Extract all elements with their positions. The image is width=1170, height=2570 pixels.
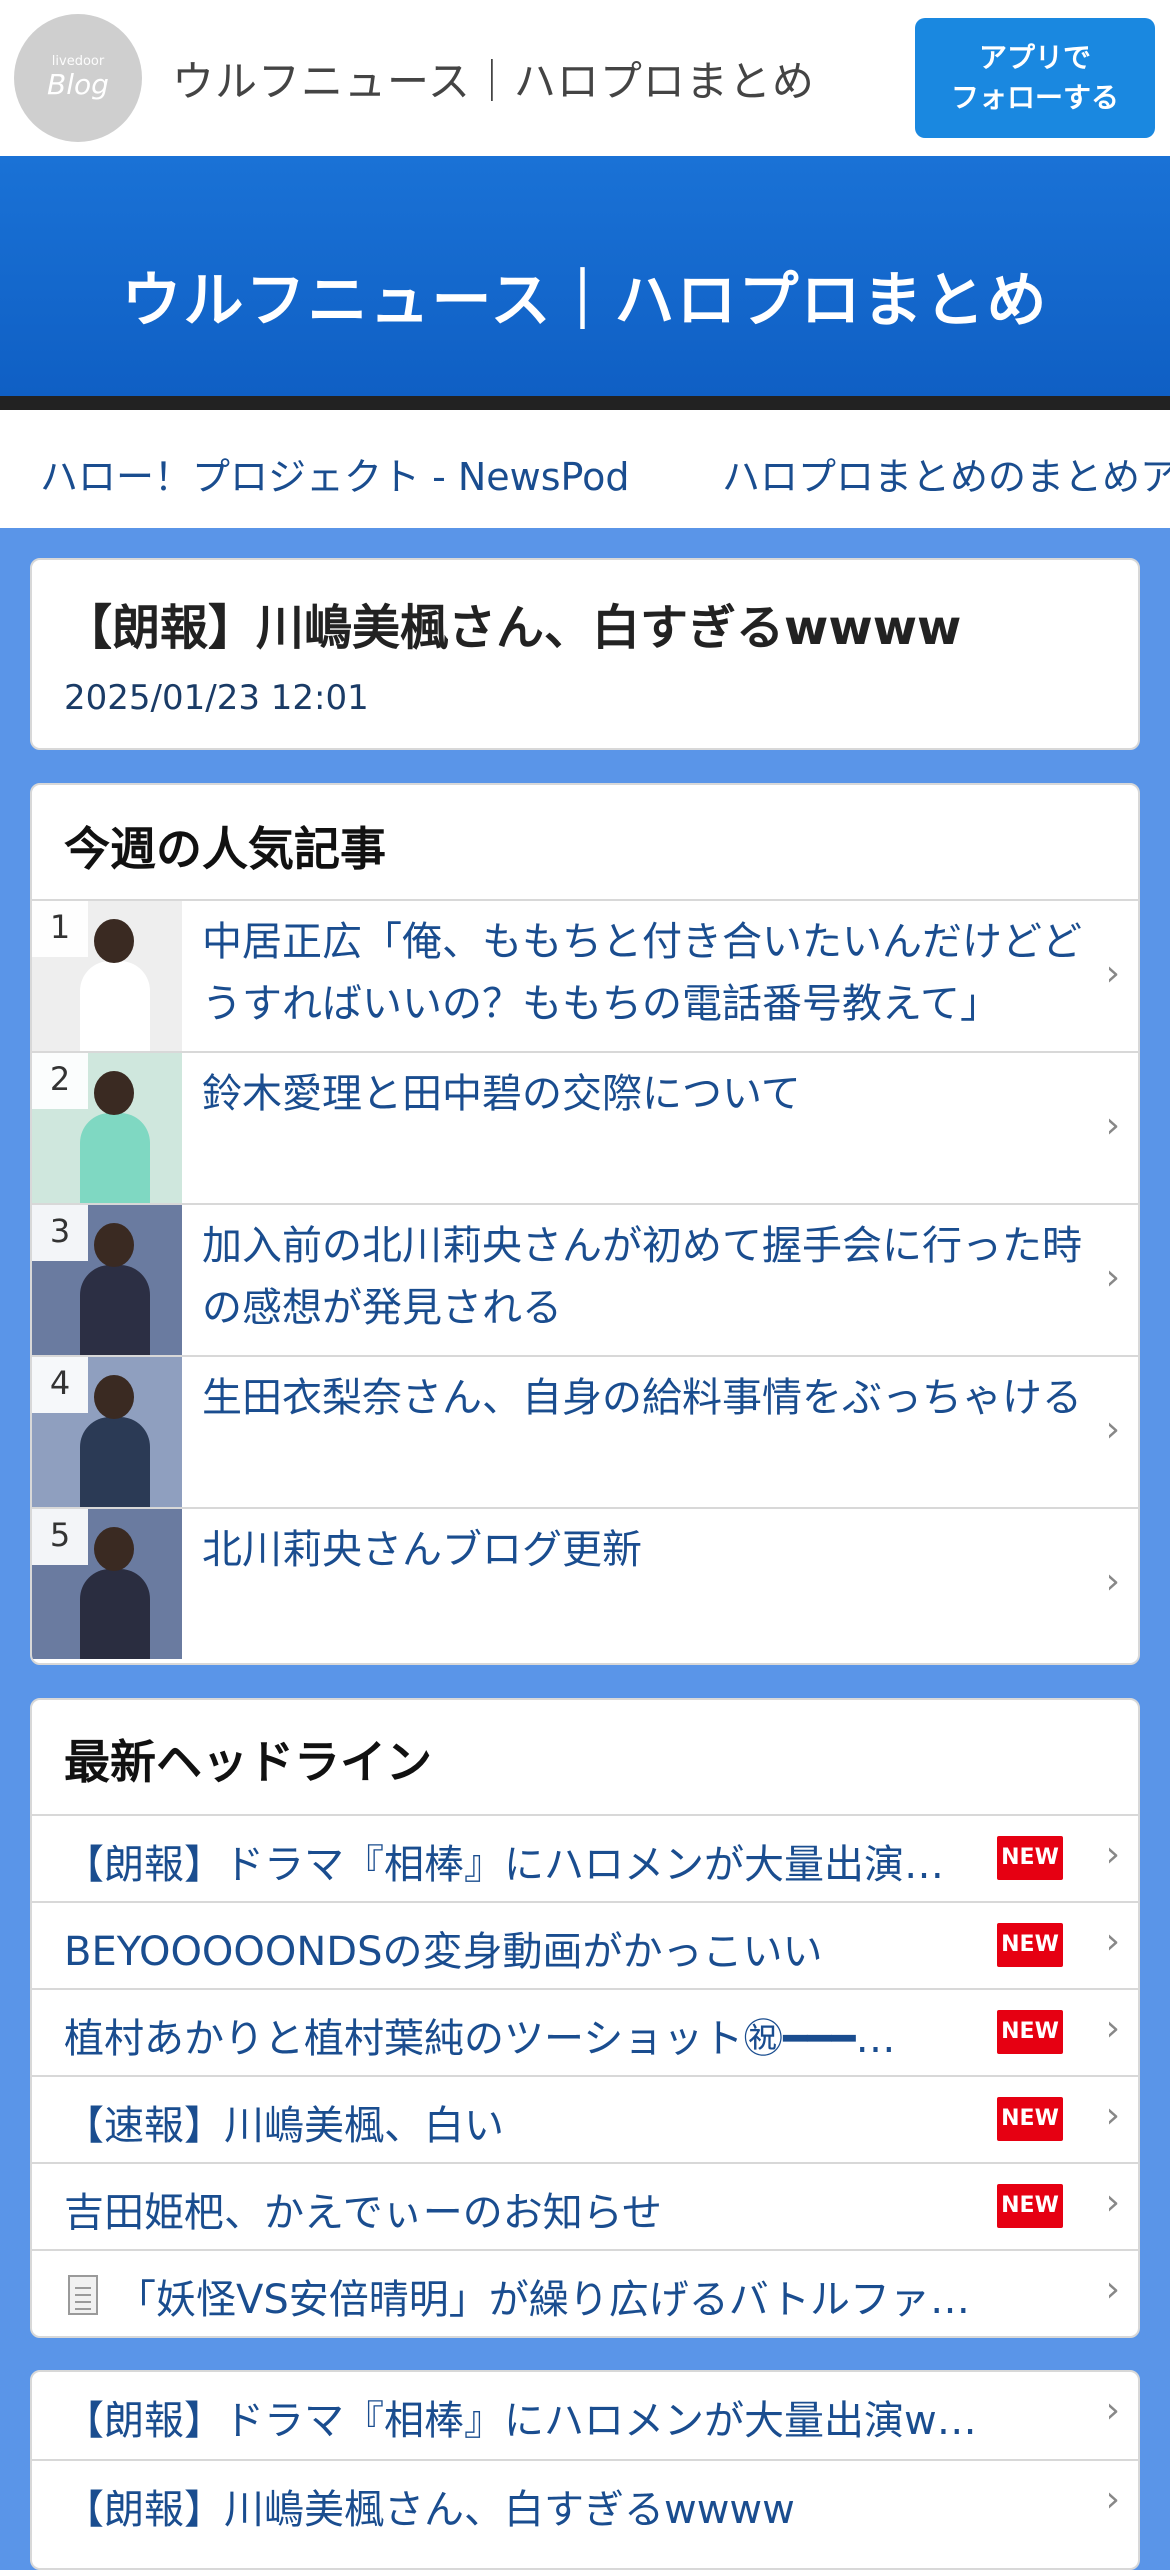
- chevron-right-icon: ›: [1105, 2008, 1120, 2049]
- chevron-right-icon: ›: [1105, 2390, 1120, 2431]
- ranking-item-title[interactable]: 生田衣梨奈さん、自身の給料事情をぶっちゃける: [202, 1367, 1082, 1429]
- headline-item[interactable]: 植村あかりと植村葉純のツーショット㊗━━━… NEW ›: [32, 1988, 1138, 2075]
- headline-title[interactable]: 【朗報】ドラマ『相棒』にハロメンが大量出演…: [64, 1832, 984, 1890]
- chevron-right-icon: ›: [1105, 1921, 1120, 1962]
- latest-headlines-card: 最新ヘッドライン 【朗報】ドラマ『相棒』にハロメンが大量出演… NEW › BEYOO…: [30, 1698, 1140, 2338]
- headline-item[interactable]: 「妖怪VS安倍晴明」が繰り広げるバトルファ… ›: [32, 2249, 1138, 2336]
- chevron-right-icon: ›: [1105, 2182, 1120, 2223]
- related-title[interactable]: 【朗報】川嶋美楓さん、白すぎるwwww: [64, 2477, 1064, 2535]
- rank-number: 3: [32, 1205, 88, 1261]
- related-articles-card: 【朗報】ドラマ『相棒』にハロメンが大量出演w… › 【朗報】川嶋美楓さん、白すぎるw…: [30, 2370, 1140, 2570]
- article-title: 【朗報】川嶋美楓さん、白すぎるwwww: [64, 600, 962, 656]
- rank-number: 4: [32, 1357, 88, 1413]
- related-item[interactable]: 【朗報】ドラマ『相棒』にハロメンが大量出演w… ›: [32, 2372, 1138, 2459]
- popular-articles-card: 今週の人気記事 1 中居正広「俺、ももちと付き合いたいんだけどどうすればいいの？も…: [30, 783, 1140, 1665]
- follow-in-app-button[interactable]: アプリで フォローする: [915, 18, 1155, 138]
- ranking-item-title[interactable]: 北川莉央さんブログ更新: [202, 1519, 1082, 1581]
- news-ticker: ハロー！プロジェクト - NewsPod ハロプロまとめのまとめア: [0, 410, 1170, 528]
- blog-logo[interactable]: livedoor Blog: [14, 14, 142, 142]
- app-title: ウルフニュース｜ハロプロまとめ: [172, 57, 815, 106]
- blog-title[interactable]: ウルフニュース｜ハロプロまとめ: [0, 252, 1170, 339]
- new-badge: NEW: [997, 2184, 1063, 2228]
- ticker-link[interactable]: ハロー！プロジェクト - NewsPod: [40, 446, 629, 501]
- headline-item[interactable]: 吉田姫杷、かえでぃーのお知らせ NEW ›: [32, 2162, 1138, 2249]
- article-header-card: 【朗報】川嶋美楓さん、白すぎるwwww 2025/01/23 12:01: [30, 558, 1140, 750]
- chevron-right-icon: ›: [1105, 2269, 1120, 2310]
- new-badge: NEW: [997, 2010, 1063, 2054]
- rank-number: 5: [32, 1509, 88, 1565]
- section-title: 今週の人気記事: [64, 822, 386, 876]
- ranking-item[interactable]: 4 生田衣梨奈さん、自身の給料事情をぶっちゃける ›: [32, 1355, 1138, 1507]
- new-badge: NEW: [997, 1836, 1063, 1880]
- new-badge: NEW: [997, 2097, 1063, 2141]
- chevron-right-icon: ›: [1105, 2095, 1120, 2136]
- blog-header: ウルフニュース｜ハロプロまとめ: [0, 156, 1170, 396]
- headline-title[interactable]: 【速報】川嶋美楓、白い: [64, 2093, 984, 2151]
- chevron-right-icon: ›: [1105, 953, 1120, 994]
- headline-title[interactable]: BEYOOOOONDSの変身動画がかっこいい: [64, 1919, 984, 1977]
- related-item[interactable]: 【朗報】川嶋美楓さん、白すぎるwwww ›: [32, 2459, 1138, 2546]
- article-date: 2025/01/23 12:01: [64, 678, 369, 718]
- document-icon: [68, 2275, 98, 2315]
- headline-title[interactable]: 植村あかりと植村葉純のツーショット㊗━━━…: [64, 2006, 984, 2064]
- headline-item[interactable]: 【速報】川嶋美楓、白い NEW ›: [32, 2075, 1138, 2162]
- chevron-right-icon: ›: [1105, 1561, 1120, 1602]
- section-title: 最新ヘッドライン: [64, 1735, 432, 1789]
- new-badge: NEW: [997, 1923, 1063, 1967]
- chevron-right-icon: ›: [1105, 1105, 1120, 1146]
- app-bar: livedoor Blog ウルフニュース｜ハロプロまとめ アプリで フォローす…: [0, 0, 1170, 156]
- header-divider: [0, 396, 1170, 410]
- ranking-item[interactable]: 5 北川莉央さんブログ更新 ›: [32, 1507, 1138, 1659]
- headline-title[interactable]: 「妖怪VS安倍晴明」が繰り広げるバトルファ…: [116, 2267, 1046, 2325]
- ticker-link[interactable]: ハロプロまとめのまとめア: [722, 446, 1170, 501]
- related-title[interactable]: 【朗報】ドラマ『相棒』にハロメンが大量出演w…: [64, 2388, 1064, 2446]
- ranking-item[interactable]: 1 中居正広「俺、ももちと付き合いたいんだけどどうすればいいの？ももちの電話番号教…: [32, 899, 1138, 1051]
- ranking-item[interactable]: 2 鈴木愛理と田中碧の交際について ›: [32, 1051, 1138, 1203]
- chevron-right-icon: ›: [1105, 1409, 1120, 1450]
- chevron-right-icon: ›: [1105, 2479, 1120, 2520]
- logo-big-text: Blog: [47, 68, 109, 101]
- chevron-right-icon: ›: [1105, 1834, 1120, 1875]
- ranking-item-title[interactable]: 加入前の北川莉央さんが初めて握手会に行った時の感想が発見される: [202, 1215, 1082, 1339]
- logo-small-text: livedoor: [51, 54, 105, 69]
- headline-item[interactable]: 【朗報】ドラマ『相棒』にハロメンが大量出演… NEW ›: [32, 1814, 1138, 1901]
- headline-item[interactable]: BEYOOOOONDSの変身動画がかっこいい NEW ›: [32, 1901, 1138, 1988]
- rank-number: 1: [32, 901, 88, 957]
- ranking-item-title[interactable]: 中居正広「俺、ももちと付き合いたいんだけどどうすればいいの？ももちの電話番号教え…: [202, 911, 1082, 1035]
- ranking-item[interactable]: 3 加入前の北川莉央さんが初めて握手会に行った時の感想が発見される ›: [32, 1203, 1138, 1355]
- ranking-item-title[interactable]: 鈴木愛理と田中碧の交際について: [202, 1063, 1082, 1125]
- chevron-right-icon: ›: [1105, 1257, 1120, 1298]
- headline-title[interactable]: 吉田姫杷、かえでぃーのお知らせ: [64, 2180, 984, 2238]
- rank-number: 2: [32, 1053, 88, 1109]
